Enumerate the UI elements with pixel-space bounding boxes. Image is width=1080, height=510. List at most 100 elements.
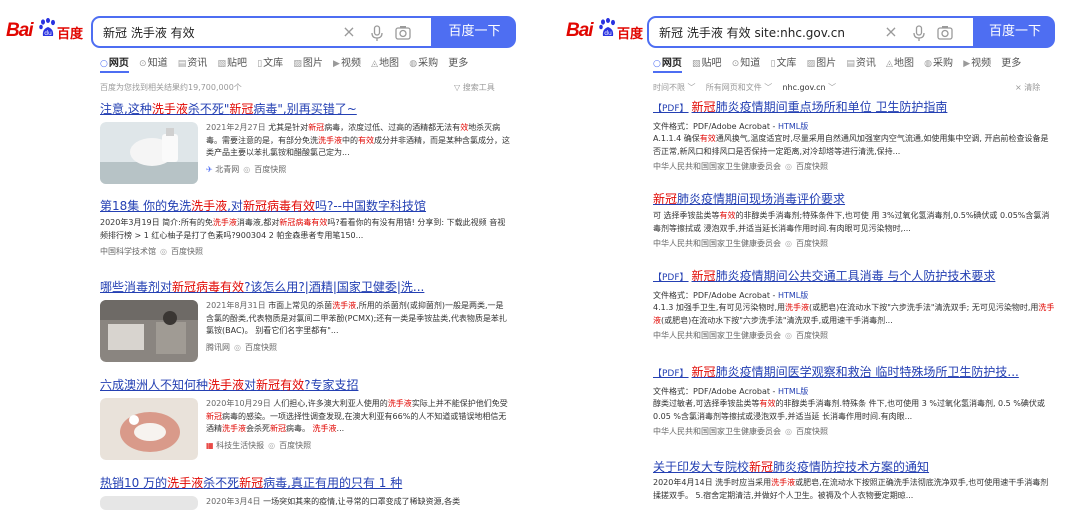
filter-time[interactable]: 时间不限 ﹀ bbox=[653, 83, 696, 92]
snapshot-link[interactable]: 百度快照 bbox=[796, 331, 828, 340]
search-input[interactable]: 新冠 洗手液 有效 site:nhc.gov.cn bbox=[659, 24, 845, 41]
file-format: 文件格式：PDF/Adobe Acrobat - HTML版 bbox=[653, 387, 809, 396]
search-tools[interactable]: ▽ 搜索工具 bbox=[454, 82, 495, 93]
result-title[interactable]: 注意,这种洗手液杀不死"新冠病毒",别再买错了~ bbox=[100, 101, 510, 117]
result-source[interactable]: 腾讯网 bbox=[206, 343, 230, 352]
snapshot-link[interactable]: 百度快照 bbox=[245, 343, 277, 352]
result-item: 【PDF】 新冠肺炎疫情期间重点场所和单位 卫生防护指南 文件格式：PDF/Ado… bbox=[653, 99, 1055, 172]
html-version-link[interactable]: HTML版 bbox=[778, 387, 808, 396]
snapshot-link[interactable]: 百度快照 bbox=[279, 441, 311, 450]
result-title[interactable]: 六成澳洲人不知何种洗手液对新冠有效?专家支招 bbox=[100, 377, 510, 393]
result-source[interactable]: 中华人民共和国国家卫生健康委员会 bbox=[653, 331, 781, 340]
result-item: 哪些消毒剂对新冠病毒有效?该怎么用?|酒精|国家卫健委|洗... 2021年8月… bbox=[100, 279, 510, 362]
result-title[interactable]: 哪些消毒剂对新冠病毒有效?该怎么用?|酒精|国家卫健委|洗... bbox=[100, 279, 510, 295]
news-icon: ▤ bbox=[177, 59, 187, 69]
tab-zhidao[interactable]: ⊙知道 bbox=[139, 54, 168, 69]
clear-filters[interactable]: × 清除 bbox=[1015, 82, 1040, 93]
search-button[interactable]: 百度一下 bbox=[433, 16, 516, 48]
camera-icon[interactable] bbox=[935, 23, 955, 43]
result-thumbnail[interactable] bbox=[100, 122, 198, 184]
question-icon: ⊙ bbox=[139, 59, 147, 69]
html-version-link[interactable]: HTML版 bbox=[778, 122, 808, 131]
snapshot-link[interactable]: 百度快照 bbox=[171, 247, 203, 256]
search-button[interactable]: 百度一下 bbox=[975, 16, 1055, 48]
tab-images[interactable]: ▨图片 bbox=[807, 54, 837, 69]
search-input[interactable]: 新冠 洗手液 有效 bbox=[103, 24, 195, 41]
snapshot-icon: ◎ bbox=[785, 162, 792, 171]
tab-purchase[interactable]: ◍采购 bbox=[924, 54, 953, 69]
result-item: 【PDF】 新冠肺炎疫情期间公共交通工具消毒 与个人防护技术要求 文件格式：PDF… bbox=[653, 268, 1055, 341]
result-source[interactable]: 中国科学技术馆 bbox=[100, 247, 156, 256]
result-title[interactable]: 【PDF】 新冠肺炎疫情期间医学观察和救治 临时特殊场所卫生防护技... bbox=[653, 364, 1055, 382]
image-icon: ▨ bbox=[806, 59, 816, 69]
tab-news[interactable]: ▤资讯 bbox=[846, 54, 876, 69]
tab-video[interactable]: ▶视频 bbox=[963, 54, 991, 69]
microphone-icon[interactable] bbox=[367, 23, 387, 43]
tab-more[interactable]: 更多 bbox=[1001, 54, 1021, 69]
tab-wenku[interactable]: ▯文库 bbox=[770, 54, 796, 69]
logo-text-du: 百度 bbox=[617, 27, 644, 42]
result-title[interactable]: 热销10 万的洗手液杀不死新冠病毒,真正有用的只有 1 种 bbox=[100, 475, 510, 491]
tab-video[interactable]: ▶视频 bbox=[333, 54, 361, 69]
tab-web[interactable]: ○网页 bbox=[100, 54, 129, 73]
result-source[interactable]: 北青网 bbox=[215, 165, 239, 174]
result-abstract: 2020年10月29日 人们担心,许多澳大利亚人使用的洗手液实际上并不能保护他们… bbox=[206, 399, 508, 450]
tab-images[interactable]: ▨图片 bbox=[293, 54, 323, 69]
clear-icon[interactable]: × bbox=[881, 22, 901, 42]
result-title[interactable]: 新冠肺炎疫情期间现场消毒评价要求 bbox=[653, 191, 1055, 207]
result-title[interactable]: 【PDF】 新冠肺炎疫情期间重点场所和单位 卫生防护指南 bbox=[653, 99, 1055, 117]
result-title[interactable]: 第18集 你的免洗洗手液,对新冠病毒有效吗?--中国数字科技馆 bbox=[100, 198, 510, 214]
filter-site[interactable]: nhc.gov.cn ﹀ bbox=[782, 83, 836, 92]
tab-web[interactable]: ○网页 bbox=[653, 54, 682, 73]
result-source[interactable]: 中华人民共和国国家卫生健康委员会 bbox=[653, 162, 781, 171]
filter-filetype[interactable]: 所有网页和文件 ﹀ bbox=[706, 83, 773, 92]
file-format: 文件格式：PDF/Adobe Acrobat - HTML版 bbox=[653, 291, 809, 300]
result-abstract: 2020年3月19日 简介:所有的免洗手液消毒液,都对新冠病毒有效吗?看看你的有… bbox=[100, 218, 506, 240]
tab-map[interactable]: ◬地图 bbox=[371, 54, 399, 69]
filter-bar: 时间不限 ﹀ 所有网页和文件 ﹀ nhc.gov.cn ﹀ bbox=[653, 82, 836, 93]
tieba-icon: ▧ bbox=[692, 59, 701, 69]
search-box[interactable]: 新冠 洗手液 有效 × bbox=[91, 16, 433, 48]
snapshot-icon: ◎ bbox=[785, 239, 792, 248]
result-thumbnail[interactable] bbox=[100, 496, 198, 510]
file-format: 文件格式：PDF/Adobe Acrobat - HTML版 bbox=[653, 122, 809, 131]
tab-zhidao[interactable]: ⊙知道 bbox=[732, 54, 761, 69]
result-thumbnail[interactable] bbox=[100, 398, 198, 460]
baidu-logo[interactable]: Bai du 百度 bbox=[6, 18, 86, 42]
snapshot-icon: ◎ bbox=[268, 440, 276, 450]
tab-news[interactable]: ▤资讯 bbox=[178, 54, 208, 69]
tab-map[interactable]: ◬地图 bbox=[886, 54, 914, 69]
camera-icon[interactable] bbox=[393, 23, 413, 43]
result-source[interactable]: 科技生活快报 bbox=[216, 441, 264, 450]
tab-tieba[interactable]: ▧贴吧 bbox=[692, 54, 722, 69]
clear-icon[interactable]: × bbox=[339, 22, 359, 42]
tab-purchase[interactable]: ◍采购 bbox=[409, 54, 438, 69]
tab-tieba[interactable]: ▧贴吧 bbox=[217, 54, 247, 69]
purchase-icon: ◍ bbox=[924, 59, 932, 69]
tab-wenku[interactable]: ▯文库 bbox=[257, 54, 283, 69]
top-bar: Bai du 百度 新冠 洗手液 有效 site:nhc.gov.cn × 百度… bbox=[560, 12, 1080, 48]
result-title[interactable]: 【PDF】 新冠肺炎疫情期间公共交通工具消毒 与个人防护技术要求 bbox=[653, 268, 1055, 286]
search-box[interactable]: 新冠 洗手液 有效 site:nhc.gov.cn × bbox=[647, 16, 975, 48]
snapshot-link[interactable]: 百度快照 bbox=[796, 239, 828, 248]
news-icon: ▤ bbox=[846, 59, 855, 69]
result-item: 热销10 万的洗手液杀不死新冠病毒,真正有用的只有 1 种 2020年3月4日 … bbox=[100, 475, 510, 510]
result-source[interactable]: 中华人民共和国国家卫生健康委员会 bbox=[653, 239, 781, 248]
logo-text-bai: Bai bbox=[566, 20, 594, 41]
result-source[interactable]: 中华人民共和国国家卫生健康委员会 bbox=[653, 427, 781, 436]
snapshot-icon: ◎ bbox=[243, 164, 251, 174]
html-version-link[interactable]: HTML版 bbox=[778, 291, 808, 300]
snapshot-link[interactable]: 百度快照 bbox=[796, 162, 828, 171]
result-abstract: 2020年4月14日 洗手时应当采用洗手液或肥皂,在流动水下按照正确洗手法彻底洗… bbox=[653, 478, 1049, 500]
snapshot-icon: ◎ bbox=[785, 427, 792, 436]
snapshot-link[interactable]: 百度快照 bbox=[796, 427, 828, 436]
chevron-down-icon: ﹀ bbox=[828, 83, 837, 92]
tab-more[interactable]: 更多 bbox=[448, 54, 468, 69]
result-item: 新冠肺炎疫情期间现场消毒评价要求 可 选择季铵盐类等有效的非醇类手消毒剂;特殊条… bbox=[653, 191, 1055, 249]
result-title[interactable]: 关于印发大专院校新冠肺炎疫情防控技术方案的通知 bbox=[653, 459, 1055, 475]
microphone-icon[interactable] bbox=[909, 23, 929, 43]
baidu-logo[interactable]: Bai du 百度 bbox=[566, 18, 646, 42]
result-abstract: 2020年3月4日 一场突如其来的疫情,让寻常的口罩变成了稀缺资源,各类 bbox=[206, 497, 461, 506]
result-thumbnail[interactable] bbox=[100, 300, 198, 362]
snapshot-link[interactable]: 百度快照 bbox=[254, 165, 286, 174]
